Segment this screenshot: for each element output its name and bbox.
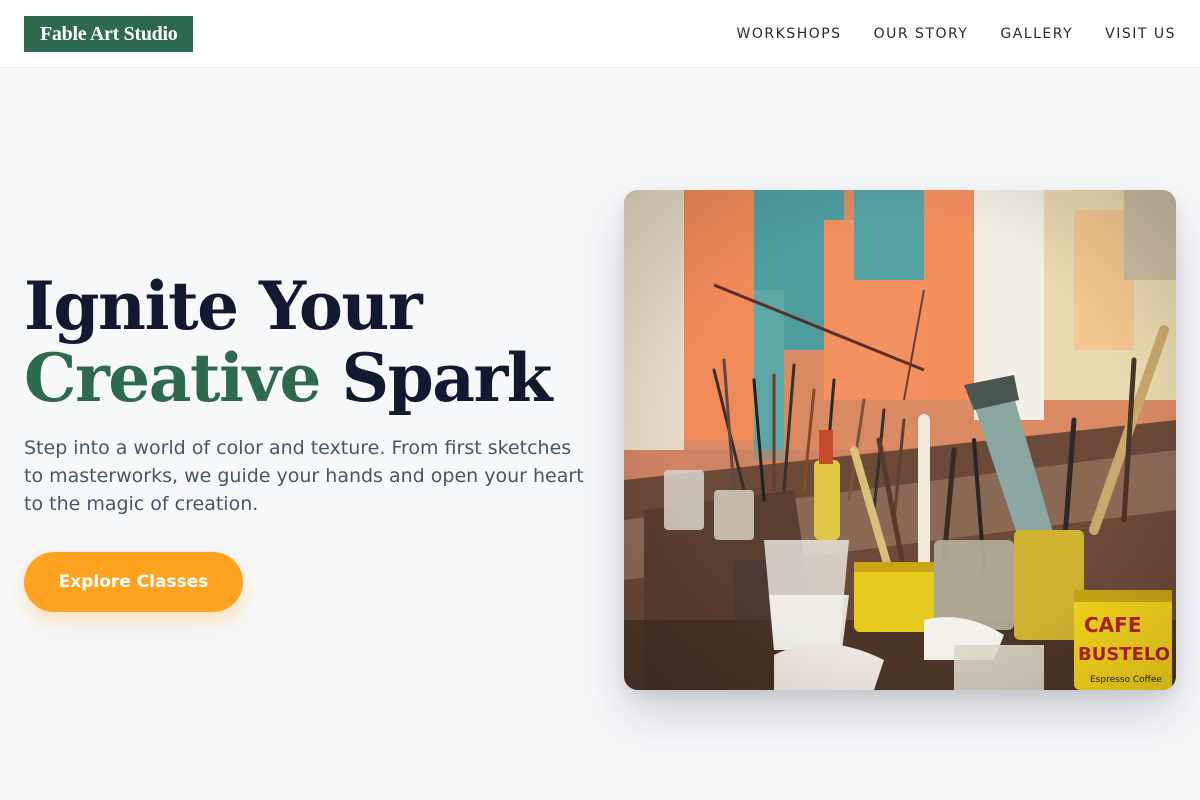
explore-classes-button[interactable]: Explore Classes: [24, 552, 243, 612]
top-navigation-bar: Fable Art Studio WORKSHOPS OUR STORY GAL…: [0, 0, 1200, 68]
nav-link-gallery[interactable]: GALLERY: [1000, 26, 1073, 42]
studio-logo[interactable]: Fable Art Studio: [24, 16, 194, 52]
headline-line-1: Ignite Your: [24, 267, 423, 345]
main-nav: WORKSHOPS OUR STORY GALLERY VISIT US: [737, 0, 1176, 68]
nav-link-visit-us[interactable]: VISIT US: [1105, 26, 1176, 42]
headline-line-2: Creative Spark: [24, 342, 604, 414]
nav-link-our-story[interactable]: OUR STORY: [874, 26, 969, 42]
hero-subtext: Step into a world of color and texture. …: [24, 437, 584, 515]
headline-accent-word: Creative: [24, 339, 321, 417]
hero-headline: Ignite Your Creative Spark: [24, 270, 604, 414]
nav-link-workshops[interactable]: WORKSHOPS: [737, 26, 842, 42]
hero-image: CAFE BUSTELO Espresso Coffee: [624, 190, 1176, 690]
hero-text-block: Ignite Your Creative Spark Step into a w…: [24, 270, 604, 518]
headline-rest-word: Spark: [319, 339, 552, 417]
